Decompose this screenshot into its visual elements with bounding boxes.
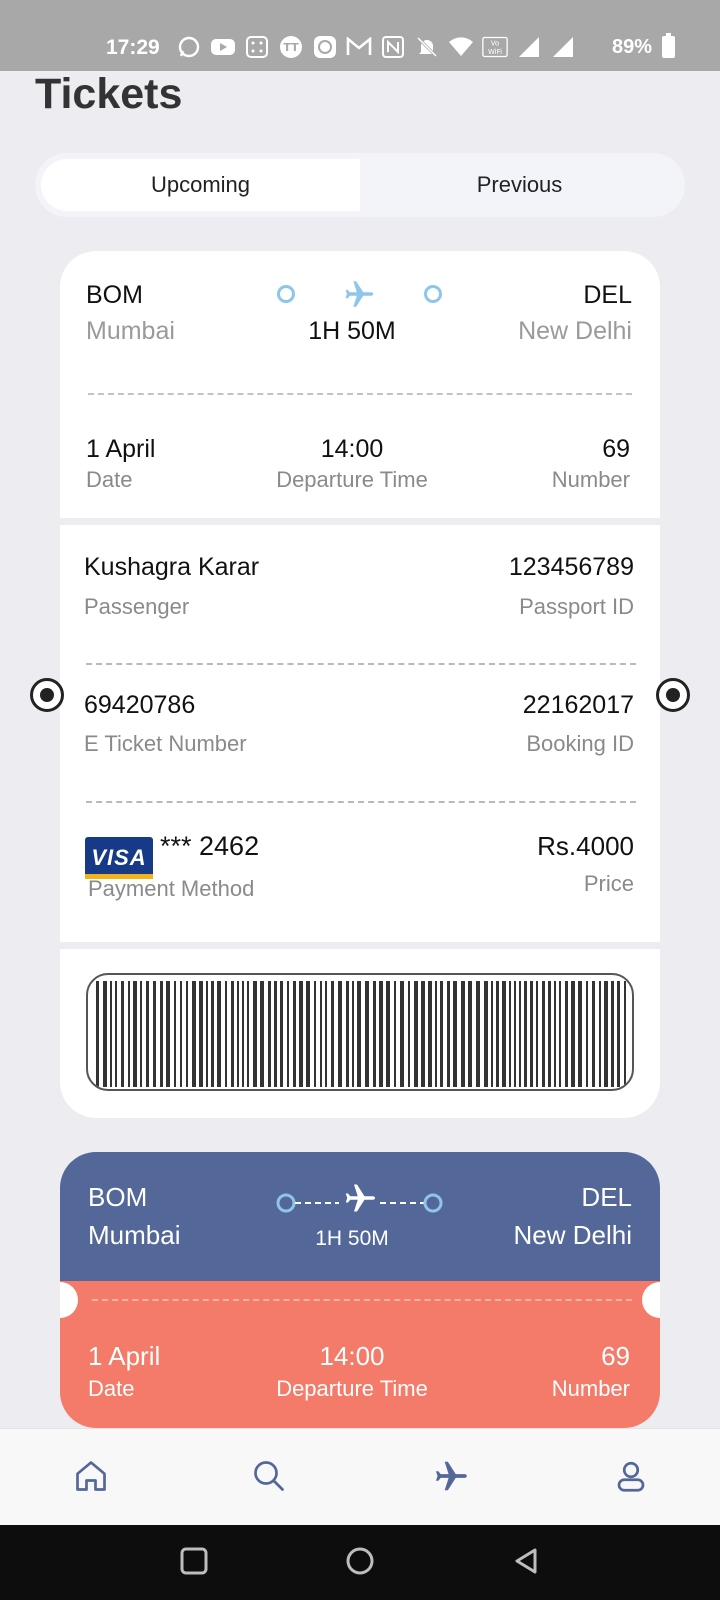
visa-logo: VISA — [85, 837, 153, 879]
page-title: Tickets — [35, 70, 183, 118]
departure-time-value: 14:00 — [320, 435, 384, 463]
payment-method-label: Payment Method — [88, 876, 255, 901]
section-separator — [60, 518, 660, 525]
departure-time-value: 14:00 — [319, 1341, 385, 1371]
wifi-icon — [448, 34, 474, 60]
tab-previous[interactable]: Previous — [360, 159, 679, 211]
flight-duration: 1H 50M — [315, 1227, 389, 1250]
profile-icon — [613, 1458, 649, 1499]
origin-dot — [277, 285, 295, 303]
square-icon — [179, 1546, 209, 1581]
flight-number-value: 69 — [602, 435, 630, 463]
flight-duration: 1H 50M — [308, 317, 396, 345]
airplane-icon — [340, 277, 378, 316]
e-ticket-number-value: 69420786 — [84, 691, 196, 719]
flight-number-label: Number — [551, 1376, 630, 1401]
nav-search[interactable] — [248, 1457, 290, 1499]
ticket-punch-right — [656, 678, 690, 712]
ticket2-route-section: BOM Mumbai DEL New Delhi 1H 50M — [60, 1152, 660, 1281]
airplane-icon — [432, 1457, 470, 1500]
back-triangle-icon — [511, 1546, 541, 1581]
nfc-icon — [380, 34, 406, 60]
passenger-label: Passenger — [84, 594, 190, 619]
passport-id-label: Passport ID — [519, 594, 634, 619]
ticket-punch-left — [30, 678, 64, 712]
vowifi-icon: Vo WiFi — [482, 34, 508, 60]
ticket2-details-section: 1 April Date 14:00 Departure Time 69 Num… — [60, 1281, 660, 1428]
mute-icon — [414, 34, 440, 60]
divider — [92, 1299, 632, 1301]
to-code: DEL — [583, 281, 632, 309]
divider — [88, 393, 632, 395]
to-code: DEL — [581, 1182, 632, 1212]
svg-text:TT: TT — [283, 41, 299, 54]
notification-icons: TT Vo WiFi — [176, 34, 576, 60]
nav-tickets[interactable] — [430, 1457, 472, 1499]
system-navigation-bar — [0, 1525, 720, 1600]
svg-text:Vo: Vo — [491, 39, 499, 47]
tab-upcoming[interactable]: Upcoming — [41, 159, 360, 211]
ticket-barcode — [86, 973, 634, 1091]
flight-number-label: Number — [551, 467, 630, 492]
search-icon — [251, 1458, 287, 1499]
divider — [86, 801, 636, 803]
ticket-card-2[interactable]: BOM Mumbai DEL New Delhi 1H 50M 1 April … — [60, 1152, 660, 1428]
airplane-icon — [340, 1180, 380, 1221]
circle-icon — [345, 1546, 375, 1581]
battery-icon — [662, 33, 675, 58]
flight-number-value: 69 — [601, 1341, 630, 1371]
ticket-card[interactable]: BOM Mumbai DEL New Delhi 1H 50M 1 April … — [60, 251, 660, 1118]
home-icon — [73, 1458, 109, 1499]
gmail-icon — [346, 34, 372, 60]
from-code: BOM — [88, 1182, 148, 1212]
recents-button[interactable] — [174, 1543, 214, 1583]
price-label: Price — [583, 871, 634, 896]
passenger-name: Kushagra Karar — [84, 553, 260, 581]
status-time: 17:29 — [106, 36, 160, 59]
home-button[interactable] — [340, 1543, 380, 1583]
bottom-navigation — [0, 1428, 720, 1525]
booking-id-label: Booking ID — [526, 731, 634, 756]
status-bar: 17:29 TT Vo WiFi 89% — [0, 0, 720, 71]
nav-home[interactable] — [70, 1457, 112, 1499]
section-separator — [60, 942, 660, 949]
svg-text:WiFi: WiFi — [488, 48, 502, 56]
signal-icon — [550, 34, 576, 60]
whatsapp-icon — [176, 34, 202, 60]
destination-dot — [424, 285, 442, 303]
app-grid-icon — [244, 34, 270, 60]
booking-id-value: 22162017 — [522, 691, 634, 719]
battery-percent: 89% — [612, 36, 653, 58]
youtube-icon — [210, 34, 236, 60]
back-button[interactable] — [506, 1543, 546, 1583]
e-ticket-number-label: E Ticket Number — [84, 731, 247, 756]
signal-icon — [516, 34, 542, 60]
nav-profile[interactable] — [610, 1457, 652, 1499]
card-number: *** 2462 — [160, 831, 260, 861]
ticket-tabs: Upcoming Previous — [35, 153, 685, 217]
tt-icon: TT — [278, 34, 304, 60]
price-value: Rs.4000 — [537, 831, 634, 861]
from-code: BOM — [86, 281, 143, 309]
cb-icon — [312, 34, 338, 60]
divider — [86, 663, 636, 665]
passport-id-value: 123456789 — [508, 553, 634, 581]
